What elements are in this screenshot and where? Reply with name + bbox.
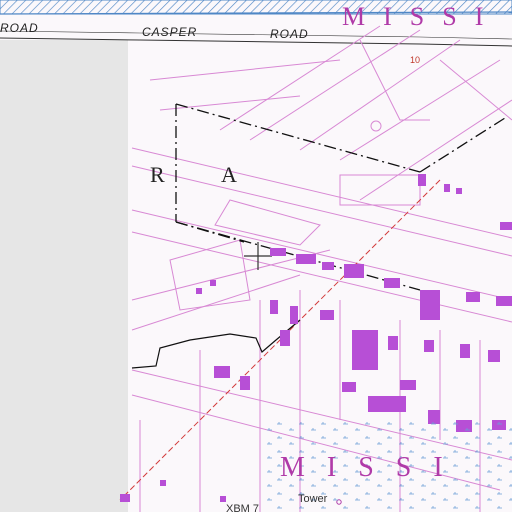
power-line <box>131 319 301 369</box>
road-label-west: ROAD <box>0 21 39 35</box>
missi-label-bottom: MISSI <box>280 452 465 483</box>
tower-label: Tower <box>298 493 328 505</box>
roundabout <box>370 120 382 132</box>
ra-label: R A <box>150 162 263 187</box>
road-label-east: ROAD <box>270 27 309 41</box>
map-canvas <box>0 0 512 512</box>
casper-label: CASPER <box>142 25 198 39</box>
contour-label: 10 <box>410 55 421 65</box>
topographic-map[interactable]: ROAD CASPER ROAD MISSI 10 R A MISSI Towe… <box>0 0 512 512</box>
xbm-label: XBM 7 <box>226 503 260 512</box>
gray-margin <box>0 40 128 512</box>
missi-label-top: MISSI <box>342 2 502 31</box>
